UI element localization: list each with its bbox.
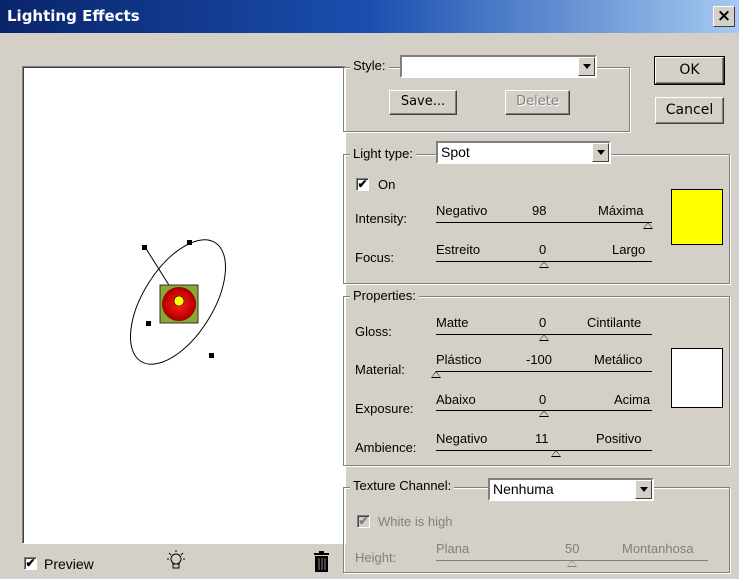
height-max-label: Montanhosa xyxy=(622,541,694,556)
ambience-max-label: Positivo xyxy=(596,431,642,446)
style-label: Style: xyxy=(350,58,389,73)
delete-button[interactable]: Delete xyxy=(505,90,570,115)
material-slider-thumb[interactable] xyxy=(431,371,441,378)
white-is-high-label: White is high xyxy=(378,514,453,529)
exposure-label: Exposure: xyxy=(355,401,414,416)
ellipse-handle[interactable] xyxy=(209,353,214,358)
material-min-label: Plástico xyxy=(436,352,482,367)
close-button[interactable]: × xyxy=(713,6,735,27)
properties-label: Properties: xyxy=(350,288,419,303)
cancel-button[interactable]: Cancel xyxy=(655,97,724,124)
preview-label: Preview xyxy=(44,556,94,572)
material-label: Material: xyxy=(355,362,405,377)
gloss-min-label: Matte xyxy=(436,315,469,330)
save-button[interactable]: Save... xyxy=(389,90,457,115)
exposure-value: 0 xyxy=(539,392,547,407)
texture-channel-label: Texture Channel: xyxy=(350,478,455,493)
ambience-slider-track[interactable] xyxy=(436,450,652,451)
ambience-slider-thumb[interactable] xyxy=(550,450,561,457)
focus-value: 0 xyxy=(539,242,547,257)
on-label: On xyxy=(378,177,396,192)
gloss-value: 0 xyxy=(539,315,547,330)
light-type-label: Light type: xyxy=(350,146,416,161)
light-type-dropdown[interactable]: Spot xyxy=(436,141,611,164)
texture-channel-dropdown[interactable]: Nenhuma xyxy=(488,478,654,501)
intensity-slider-thumb[interactable] xyxy=(642,222,653,229)
height-value: 50 xyxy=(565,541,580,556)
height-label: Height: xyxy=(355,550,397,565)
material-slider-track[interactable] xyxy=(436,371,652,372)
light-bulb-icon[interactable] xyxy=(164,549,188,578)
height-min-label: Plana xyxy=(436,541,470,556)
intensity-value: 98 xyxy=(532,203,547,218)
chevron-down-icon[interactable] xyxy=(635,480,652,499)
title-bar[interactable]: Lighting Effects × xyxy=(0,0,739,33)
exposure-slider-thumb[interactable] xyxy=(539,410,549,417)
intensity-slider-track[interactable] xyxy=(436,222,652,223)
focus-min-label: Estreito xyxy=(436,242,481,257)
lighting-effects-dialog: Lighting Effects × ✔ Preview Style: Save… xyxy=(0,0,739,579)
on-checkbox[interactable]: ✔ xyxy=(356,178,369,191)
gloss-label: Gloss: xyxy=(355,324,392,339)
height-slider-thumb[interactable] xyxy=(567,560,577,567)
chevron-down-icon[interactable] xyxy=(592,143,609,162)
material-value: -100 xyxy=(526,352,553,367)
preview-canvas[interactable] xyxy=(22,66,346,544)
chevron-down-icon[interactable] xyxy=(578,57,595,76)
ellipse-handle[interactable] xyxy=(142,245,147,250)
ellipse-handle[interactable] xyxy=(146,321,151,326)
ambience-min-label: Negativo xyxy=(436,431,488,446)
focus-max-label: Largo xyxy=(612,242,646,257)
gloss-max-label: Cintilante xyxy=(587,315,642,330)
intensity-label: Intensity: xyxy=(355,211,408,226)
intensity-min-label: Negativo xyxy=(436,203,488,218)
style-dropdown[interactable] xyxy=(400,55,597,78)
exposure-min-label: Abaixo xyxy=(436,392,476,407)
material-max-label: Metálico xyxy=(594,352,643,367)
intensity-max-label: Máxima xyxy=(598,203,644,218)
ambience-label: Ambience: xyxy=(355,440,417,455)
gloss-slider-thumb[interactable] xyxy=(539,334,549,341)
focus-slider-thumb[interactable] xyxy=(539,261,549,268)
ok-button[interactable]: OK xyxy=(654,56,725,85)
preview-checkbox[interactable]: ✔ xyxy=(24,557,37,570)
ellipse-handle[interactable] xyxy=(187,240,192,245)
white-is-high-checkbox[interactable]: ✔ xyxy=(357,515,370,528)
ambience-value: 11 xyxy=(535,431,549,446)
light-center-handle[interactable] xyxy=(173,295,185,307)
light-ellipse-diagram[interactable] xyxy=(23,67,347,545)
trash-icon[interactable] xyxy=(312,550,332,577)
focus-label: Focus: xyxy=(355,250,395,265)
window-title: Lighting Effects xyxy=(7,7,140,25)
light-color-swatch[interactable] xyxy=(671,189,723,245)
properties-color-swatch[interactable] xyxy=(671,348,723,408)
exposure-max-label: Acima xyxy=(614,392,651,407)
